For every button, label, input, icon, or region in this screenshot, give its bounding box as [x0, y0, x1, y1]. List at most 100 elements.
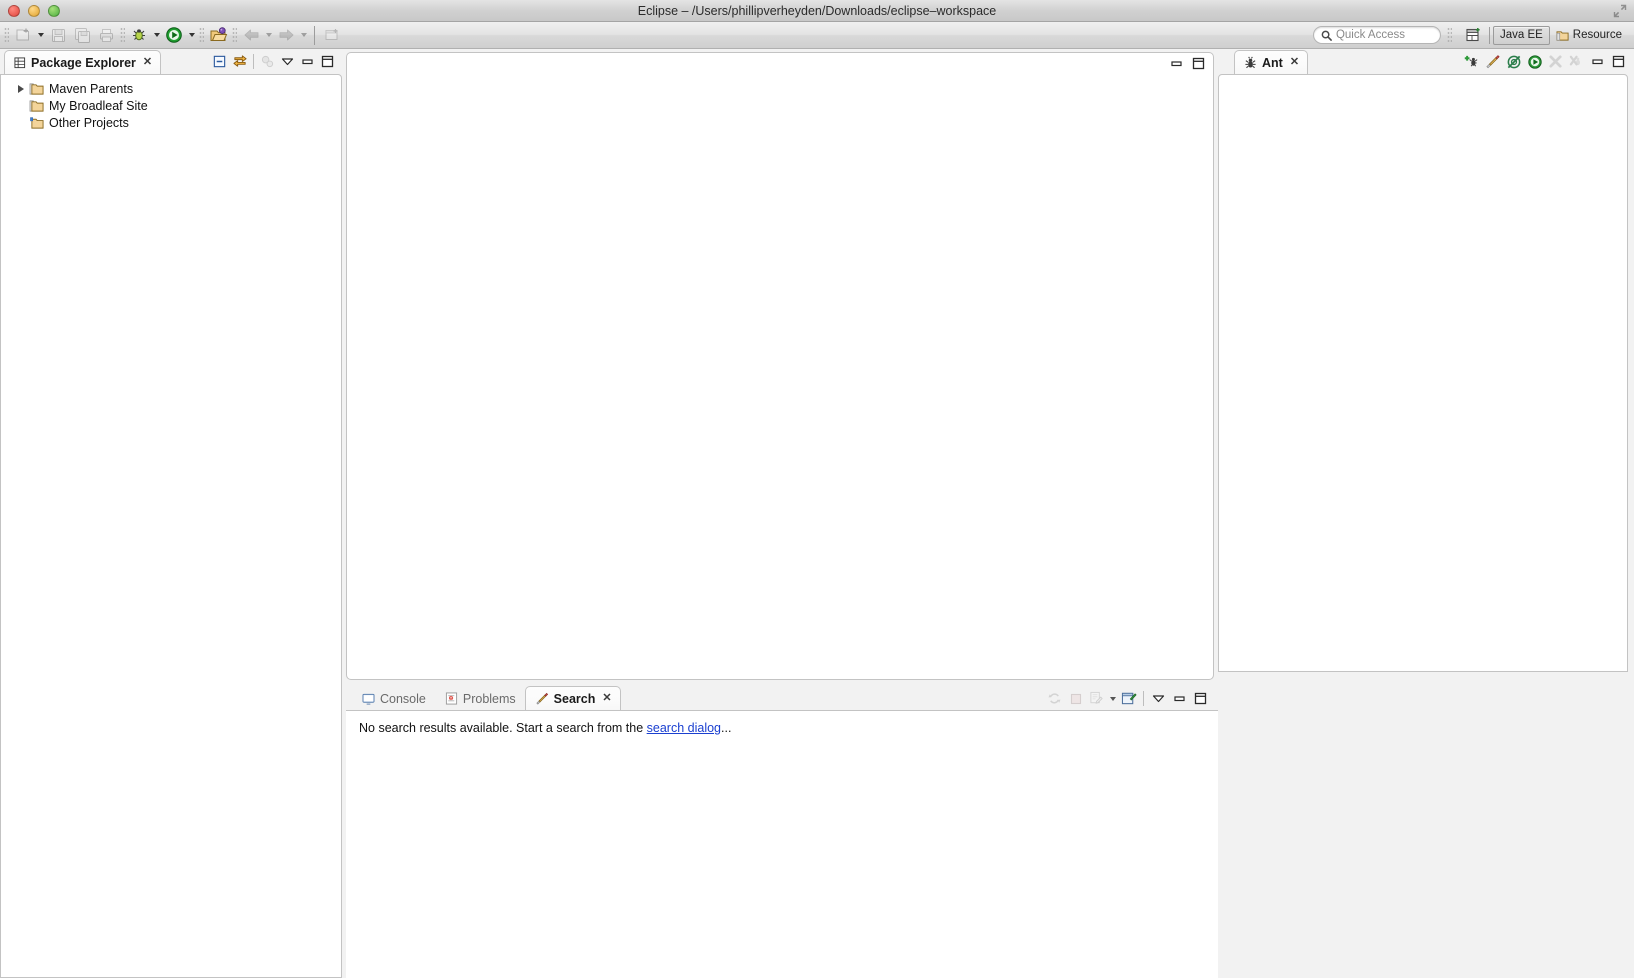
toolbar-separator [1143, 691, 1144, 706]
run-button[interactable] [162, 24, 186, 47]
perspective-grip[interactable] [1446, 26, 1452, 44]
tab-search-label: Search [553, 691, 596, 706]
maximize-icon[interactable] [1609, 52, 1628, 71]
collapse-all-icon[interactable] [210, 52, 229, 71]
new-dropdown-arrow[interactable] [35, 24, 46, 47]
run-ant-icon[interactable] [1483, 52, 1502, 71]
remove-all-buildfiles-icon[interactable] [1567, 52, 1586, 71]
minimize-icon[interactable] [1588, 52, 1607, 71]
tree-item[interactable]: My Broadleaf Site [1, 97, 341, 114]
run-dropdown-arrow[interactable] [186, 24, 197, 47]
save-button[interactable] [46, 24, 70, 47]
toolbar-grip[interactable] [4, 26, 9, 44]
window-traffic-lights [0, 4, 60, 17]
search-history-dropdown-arrow[interactable] [1108, 690, 1117, 708]
toolbar-separator [253, 54, 254, 69]
minimize-icon[interactable] [1170, 689, 1189, 708]
package-explorer-tab-row: Package Explorer ✕ [0, 49, 342, 74]
project-folder-icon [29, 98, 46, 113]
search-history-icon[interactable] [1087, 689, 1106, 708]
perspective-resource-label: Resource [1572, 29, 1622, 41]
new-editor-button[interactable] [320, 24, 344, 47]
ant-view-toolbar [1462, 52, 1634, 74]
tab-search[interactable]: Search ✕ [524, 686, 621, 710]
search-results-panel[interactable]: No search results available. Start a sea… [346, 710, 1218, 978]
pin-search-view-icon[interactable] [1119, 689, 1138, 708]
close-icon[interactable]: ✕ [602, 693, 611, 704]
close-icon[interactable]: ✕ [1290, 57, 1299, 68]
quick-access-input[interactable]: Quick Access [1312, 26, 1441, 44]
perspective-java-ee[interactable]: Java EE [1492, 25, 1550, 45]
view-menu-icon[interactable] [278, 52, 297, 71]
tree-item[interactable]: Other Projects [1, 114, 341, 131]
tab-problems-label: Problems [462, 691, 516, 706]
toolbar-grip[interactable] [232, 26, 237, 44]
link-with-editor-icon[interactable] [230, 52, 249, 71]
ant-tab-row: Ant ✕ [1218, 49, 1634, 74]
search-view-toolbar [1045, 689, 1210, 708]
window-minimize-button[interactable] [28, 4, 40, 17]
run-default-target-icon[interactable] [1525, 52, 1544, 71]
search-message-prefix: No search results available. Start a sea… [359, 721, 647, 735]
tab-problems[interactable]: Problems [435, 686, 525, 710]
hide-internal-targets-icon[interactable] [1504, 52, 1523, 71]
center-column: Console Problems Search ✕ No search resu… [342, 49, 1218, 978]
bottom-tab-row: Console Problems Search ✕ [346, 685, 1218, 710]
tree-item[interactable]: Maven Parents [1, 80, 341, 97]
tab-console[interactable]: Console [352, 686, 435, 710]
debug-button[interactable] [127, 24, 151, 47]
back-dropdown-arrow[interactable] [263, 24, 274, 47]
remove-buildfile-icon[interactable] [1546, 52, 1565, 71]
tree-item-label: My Broadleaf Site [49, 98, 148, 113]
package-explorer-icon [14, 56, 26, 68]
add-buildfiles-icon[interactable] [1462, 52, 1481, 71]
fullscreen-icon[interactable] [1613, 4, 1627, 18]
maximize-icon[interactable] [1192, 57, 1205, 70]
back-button[interactable] [239, 24, 263, 47]
close-icon[interactable]: ✕ [143, 57, 152, 68]
view-menu-icon[interactable] [1149, 689, 1168, 708]
maximize-icon[interactable] [318, 52, 337, 71]
window-zoom-button[interactable] [48, 4, 60, 17]
forward-dropdown-arrow[interactable] [298, 24, 309, 47]
problems-icon [445, 692, 457, 705]
tab-ant-label: Ant [1262, 55, 1283, 70]
print-button[interactable] [94, 24, 118, 47]
window-title-bar: Eclipse – /Users/phillipverheyden/Downlo… [0, 0, 1634, 22]
forward-button[interactable] [274, 24, 298, 47]
toolbar-grip[interactable] [120, 26, 125, 44]
rerun-search-icon[interactable] [1045, 689, 1064, 708]
focus-on-active-task-icon[interactable] [258, 52, 277, 71]
tab-package-explorer-label: Package Explorer [31, 55, 136, 70]
minimize-icon[interactable] [298, 52, 317, 71]
search-icon [1321, 30, 1332, 41]
perspective-resource[interactable]: Resource [1550, 26, 1628, 45]
console-icon [362, 693, 375, 705]
maximize-icon[interactable] [1191, 689, 1210, 708]
search-empty-message: No search results available. Start a sea… [346, 711, 1218, 735]
open-perspective-icon[interactable] [1462, 25, 1486, 46]
toolbar-separator [314, 25, 315, 45]
tab-ant[interactable]: Ant ✕ [1234, 50, 1309, 74]
cancel-search-icon[interactable] [1066, 689, 1085, 708]
tab-package-explorer[interactable]: Package Explorer ✕ [4, 50, 162, 74]
minimize-icon[interactable] [1170, 57, 1183, 70]
window-close-button[interactable] [8, 4, 20, 17]
bottom-view-stack: Console Problems Search ✕ No search resu… [346, 685, 1218, 978]
folder-icon [1556, 30, 1569, 41]
chevron-right-icon[interactable] [15, 83, 26, 94]
editor-area[interactable] [346, 52, 1214, 680]
package-explorer-tree[interactable]: Maven Parents My Broadleaf Site Other Pr… [0, 74, 342, 978]
toolbar-grip[interactable] [199, 26, 204, 44]
save-all-button[interactable] [70, 24, 94, 47]
search-dialog-link[interactable]: search dialog [647, 721, 721, 735]
window-title: Eclipse – /Users/phillipverheyden/Downlo… [637, 3, 997, 18]
ant-content-panel[interactable] [1218, 74, 1628, 672]
debug-dropdown-arrow[interactable] [151, 24, 162, 47]
open-type-button[interactable] [206, 24, 230, 47]
new-button[interactable] [11, 24, 35, 47]
tab-console-label: Console [380, 691, 426, 706]
tree-item-label: Maven Parents [49, 81, 134, 96]
